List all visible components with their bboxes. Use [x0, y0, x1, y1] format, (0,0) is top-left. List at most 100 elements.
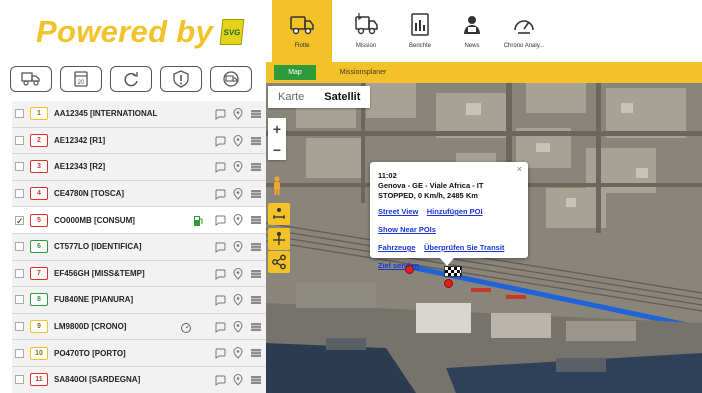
- vehicle-name[interactable]: AE12343 [R2]: [54, 162, 105, 171]
- location-pin-icon[interactable]: [232, 214, 244, 227]
- message-icon[interactable]: [214, 108, 226, 120]
- location-pin-icon[interactable]: [232, 240, 244, 253]
- message-icon[interactable]: [214, 347, 226, 360]
- route-marker-start[interactable]: [405, 265, 414, 274]
- location-pin-icon[interactable]: [232, 347, 244, 360]
- checkered-flag-icon: [444, 266, 462, 277]
- details-grid-icon[interactable]: [250, 294, 262, 306]
- nav-berichte[interactable]: Berichte: [390, 0, 450, 62]
- check-transit-link[interactable]: Überprüfen Sie Transit: [424, 243, 504, 252]
- details-grid-icon[interactable]: [250, 108, 262, 120]
- filter-vehicle-button[interactable]: [210, 66, 252, 92]
- message-icon[interactable]: [214, 321, 226, 333]
- details-grid-icon[interactable]: [250, 241, 262, 253]
- vehicle-row[interactable]: 1 AA12345 [INTERNATIONAL: [12, 101, 266, 128]
- details-grid-icon[interactable]: [250, 135, 262, 147]
- details-grid-icon[interactable]: [250, 214, 262, 226]
- vehicle-checkbox[interactable]: [15, 242, 24, 252]
- share-tool-button[interactable]: [268, 251, 290, 273]
- vehicle-name[interactable]: CT577LO [IDENTIFICA]: [54, 242, 142, 251]
- alert-button[interactable]: [160, 66, 202, 92]
- map-type-karte[interactable]: Karte: [268, 86, 314, 108]
- vehicle-row[interactable]: ✓ 5 CO000MB [CONSUM]: [12, 207, 266, 234]
- chrono-small-icon: [181, 322, 191, 333]
- tab-map[interactable]: Map: [274, 65, 316, 80]
- location-pin-icon[interactable]: [232, 134, 244, 147]
- vehicle-checkbox[interactable]: [15, 189, 24, 199]
- vehicle-name[interactable]: PO470TO [PORTO]: [54, 349, 126, 358]
- location-pin-icon[interactable]: [232, 161, 244, 173]
- add-poi-link[interactable]: Hinzufügen POI: [427, 207, 483, 216]
- vehicle-row[interactable]: 3 AE12343 [R2]: [12, 154, 266, 181]
- nav-mission[interactable]: Mission: [336, 0, 396, 62]
- vehicle-row[interactable]: 11 SA840OI [SARDEGNA]: [12, 366, 266, 393]
- popup-close-button[interactable]: ×: [517, 164, 522, 174]
- message-icon[interactable]: [214, 135, 226, 147]
- details-grid-icon[interactable]: [250, 161, 262, 173]
- vehicle-row[interactable]: 4 CE4780N [TOSCA]: [12, 180, 266, 208]
- vehicle-checkbox[interactable]: [15, 135, 24, 145]
- location-pin-icon[interactable]: [232, 187, 244, 200]
- vehicle-checkbox[interactable]: [15, 295, 24, 305]
- vehicle-row[interactable]: 9 LM9800D [CRONO]: [12, 313, 266, 341]
- vehicle-checkbox[interactable]: ✓: [15, 215, 24, 225]
- vehicle-name[interactable]: CE4780N [TOSCA]: [54, 189, 124, 198]
- vehicle-row[interactable]: 10 PO470TO [PORTO]: [12, 340, 266, 367]
- details-grid-icon[interactable]: [250, 374, 262, 386]
- message-icon[interactable]: [214, 214, 226, 227]
- message-icon[interactable]: [214, 268, 226, 280]
- map-view[interactable]: Karte Satellit + − × 11:02 Genova - GE -…: [266, 83, 702, 393]
- nav-news-label: News: [464, 43, 480, 49]
- nav-chrono[interactable]: Chrono Analy...: [494, 0, 554, 62]
- map-type-satellit[interactable]: Satellit: [314, 86, 370, 108]
- vehicle-checkbox[interactable]: [15, 375, 24, 385]
- details-grid-icon[interactable]: [250, 347, 262, 359]
- vehicle-number-badge: 1: [30, 107, 48, 121]
- svg-logo: SVG: [219, 19, 245, 45]
- vehicle-row[interactable]: 7 EF456GH [MISS&TEMP]: [12, 260, 266, 288]
- vehicle-name[interactable]: CO000MB [CONSUM]: [54, 216, 135, 225]
- vehicle-checkbox[interactable]: [15, 268, 24, 278]
- message-icon[interactable]: [214, 294, 226, 307]
- vehicle-row[interactable]: 6 CT577LO [IDENTIFICA]: [12, 233, 266, 261]
- details-grid-icon[interactable]: [250, 188, 262, 200]
- ruler-tool-button[interactable]: [268, 203, 290, 225]
- distance-tool-button[interactable]: [268, 228, 290, 250]
- street-view-link[interactable]: Street View: [378, 207, 418, 216]
- message-icon[interactable]: [214, 374, 226, 386]
- nav-news[interactable]: News: [442, 0, 502, 62]
- refresh-button[interactable]: [110, 66, 152, 92]
- location-pin-icon[interactable]: [232, 373, 244, 386]
- vehicles-button[interactable]: [10, 66, 52, 92]
- zoom-in-button[interactable]: +: [273, 121, 281, 137]
- vehicle-checkbox[interactable]: [15, 162, 24, 172]
- message-icon[interactable]: [214, 188, 226, 200]
- show-near-pois-link[interactable]: Show Near POIs: [378, 225, 436, 234]
- route-marker-vehicle[interactable]: [444, 279, 453, 288]
- vehicle-checkbox[interactable]: [15, 109, 24, 119]
- vehicle-row[interactable]: 8 FU840NE [PIANURA]: [12, 287, 266, 314]
- zoom-out-button[interactable]: −: [273, 142, 281, 158]
- vehicle-name[interactable]: AE12342 [R1]: [54, 136, 105, 145]
- location-pin-icon[interactable]: [232, 267, 244, 280]
- location-pin-icon[interactable]: [232, 108, 244, 120]
- tab-missionsplaner[interactable]: Missionsplaner: [328, 65, 398, 80]
- vehicle-name[interactable]: EF456GH [MISS&TEMP]: [54, 269, 145, 278]
- calendar-button[interactable]: 20: [60, 66, 102, 92]
- street-view-pegman-icon[interactable]: [271, 176, 283, 196]
- vehicle-name[interactable]: LM9800D [CRONO]: [54, 322, 126, 331]
- vehicle-name[interactable]: FU840NE [PIANURA]: [54, 295, 133, 304]
- vehicle-row[interactable]: 2 AE12342 [R1]: [12, 127, 266, 155]
- details-grid-icon[interactable]: [250, 268, 262, 280]
- vehicle-name[interactable]: SA840OI [SARDEGNA]: [54, 375, 140, 384]
- vehicle-name[interactable]: AA12345 [INTERNATIONAL: [54, 109, 157, 118]
- vehicle-checkbox[interactable]: [15, 348, 24, 358]
- location-pin-icon[interactable]: [232, 294, 244, 306]
- location-pin-icon[interactable]: [232, 320, 244, 333]
- details-grid-icon[interactable]: [250, 321, 262, 333]
- vehicles-link[interactable]: Fahrzeuge: [378, 243, 416, 252]
- nav-flotte[interactable]: Flotte: [272, 0, 332, 62]
- vehicle-checkbox[interactable]: [15, 322, 24, 332]
- message-icon[interactable]: [214, 241, 226, 253]
- message-icon[interactable]: [214, 161, 226, 174]
